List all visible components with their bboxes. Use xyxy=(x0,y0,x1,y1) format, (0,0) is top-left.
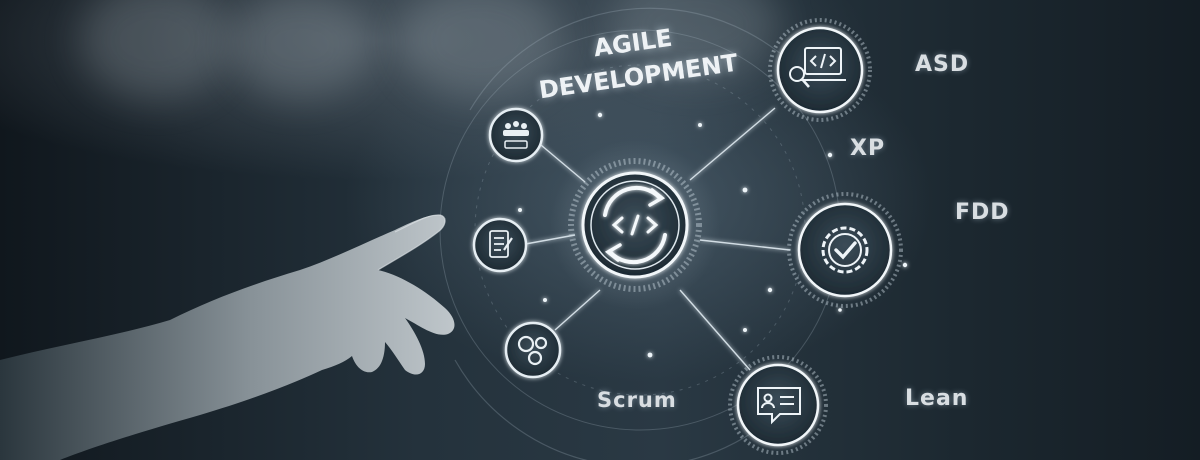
team-icon xyxy=(488,107,544,163)
gears-icon xyxy=(504,321,562,379)
quality-badge-icon xyxy=(787,192,903,308)
document-icon xyxy=(472,217,528,273)
method-label-scrum: Scrum xyxy=(597,388,677,412)
method-label-xp: XP xyxy=(850,136,886,161)
method-label-lean: Lean xyxy=(905,386,969,411)
agile-development-scene: AGILE DEVELOPMENT ASD XP FDD Scrum Lean xyxy=(0,0,1200,460)
developer-laptop-icon xyxy=(768,18,872,122)
profile-message-icon xyxy=(728,355,828,455)
method-label-fdd: FDD xyxy=(955,200,1010,225)
method-label-asd: ASD xyxy=(915,52,970,77)
pointing-hand xyxy=(0,214,455,460)
